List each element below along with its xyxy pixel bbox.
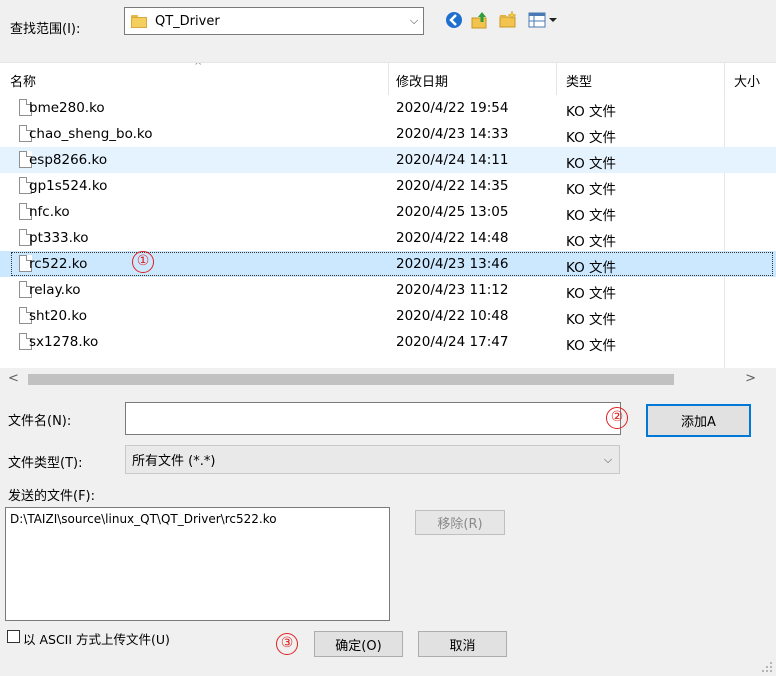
column-header-name[interactable]: 名称 [10, 71, 36, 90]
file-row[interactable]: relay.ko 2020/4/23 11:12 KO 文件 [0, 277, 776, 303]
column-header-type[interactable]: 类型 [566, 71, 592, 90]
list-header: ^ 名称 修改日期 类型 大小 [0, 63, 776, 95]
file-name: bme280.ko [29, 100, 105, 116]
file-type: KO 文件 [566, 286, 617, 302]
file-name: chao_sheng_bo.ko [29, 126, 153, 142]
scroll-left-icon[interactable]: < [8, 371, 19, 386]
file-date: 2020/4/24 14:11 [396, 152, 509, 168]
file-row-inner[interactable] [10, 303, 774, 329]
file-type: KO 文件 [566, 234, 617, 250]
file-row[interactable]: pt333.ko 2020/4/22 14:48 KO 文件 [0, 225, 776, 251]
look-in-dropdown[interactable]: QT_Driver ⌵ [124, 7, 424, 35]
sent-files-label: 发送的文件(F): [8, 489, 96, 504]
file-row-inner[interactable] [10, 147, 774, 173]
folder-icon [131, 14, 147, 28]
ok-button[interactable]: 确定(O) [314, 631, 403, 657]
ascii-upload-checkbox[interactable] [7, 630, 20, 643]
file-date: 2020/4/23 11:12 [396, 282, 509, 298]
file-date: 2020/4/24 17:47 [396, 334, 509, 350]
file-name: sx1278.ko [29, 334, 99, 350]
file-type: KO 文件 [566, 312, 617, 328]
file-row-inner[interactable] [10, 225, 774, 251]
up-folder-icon[interactable] [470, 10, 490, 30]
file-row[interactable]: gp1s524.ko 2020/4/22 14:35 KO 文件 [0, 173, 776, 199]
cancel-button[interactable]: 取消 [418, 631, 507, 657]
file-type: KO 文件 [566, 130, 617, 146]
file-name: nfc.ko [29, 204, 70, 220]
file-row-inner[interactable] [10, 277, 774, 303]
file-row-inner[interactable] [10, 173, 774, 199]
file-date: 2020/4/22 14:35 [396, 178, 509, 194]
file-type: KO 文件 [566, 104, 617, 120]
column-header-size[interactable]: 大小 [734, 71, 760, 90]
file-name: relay.ko [29, 282, 81, 298]
scroll-right-icon[interactable]: > [745, 371, 756, 386]
file-date: 2020/4/25 13:05 [396, 204, 509, 220]
file-date: 2020/4/23 14:33 [396, 126, 509, 142]
file-list[interactable]: ^ 名称 修改日期 类型 大小 bme280.ko 2020/4/22 19:54… [0, 62, 776, 369]
view-menu-icon[interactable] [528, 10, 562, 30]
look-in-value: QT_Driver [155, 13, 220, 29]
file-type: KO 文件 [566, 208, 617, 224]
filetype-label: 文件类型(T): [8, 456, 83, 471]
file-type: KO 文件 [566, 156, 617, 172]
file-row[interactable]: sht20.ko 2020/4/22 10:48 KO 文件 [0, 303, 776, 329]
filename-label: 文件名(N): [8, 414, 72, 429]
annotation-marker-1: ① [132, 251, 154, 273]
file-row[interactable]: esp8266.ko 2020/4/24 14:11 KO 文件 [0, 147, 776, 173]
filename-input[interactable] [125, 402, 621, 435]
new-folder-icon[interactable] [498, 10, 518, 30]
remove-button[interactable]: 移除(R) [415, 510, 505, 535]
file-row[interactable]: bme280.ko 2020/4/22 19:54 KO 文件 [0, 95, 776, 121]
file-name: gp1s524.ko [29, 178, 108, 194]
file-date: 2020/4/23 13:46 [396, 256, 509, 272]
chevron-down-icon: ⌵ [603, 452, 613, 466]
annotation-marker-2: ② [606, 407, 628, 429]
add-button[interactable]: 添加A [646, 404, 751, 437]
file-row[interactable]: chao_sheng_bo.ko 2020/4/23 14:33 KO 文件 [0, 121, 776, 147]
scrollbar-thumb[interactable] [28, 374, 674, 385]
horizontal-scrollbar[interactable]: < > [0, 368, 776, 390]
file-type: KO 文件 [566, 338, 617, 354]
sent-files-list[interactable]: D:\TAIZI\source\linux_QT\QT_Driver\rc522… [5, 507, 390, 621]
file-row-inner[interactable] [10, 329, 774, 355]
file-date: 2020/4/22 19:54 [396, 100, 509, 116]
file-row[interactable]: rc522.ko 2020/4/23 13:46 KO 文件 [0, 251, 776, 277]
annotation-marker-3: ③ [276, 633, 298, 655]
resize-grip-icon[interactable] [762, 662, 772, 672]
file-name: esp8266.ko [29, 152, 108, 168]
ascii-upload-label: 以 ASCII 方式上传文件(U) [23, 632, 170, 647]
chevron-down-icon: ⌵ [409, 14, 419, 27]
filetype-dropdown[interactable]: 所有文件 (*.*) ⌵ [125, 445, 620, 474]
sort-arrow-icon: ^ [194, 62, 203, 72]
filetype-value: 所有文件 (*.*) [132, 454, 216, 469]
look-in-label: 查找范围(I): [10, 22, 81, 37]
file-type: KO 文件 [566, 260, 617, 276]
file-name: pt333.ko [29, 230, 89, 246]
file-row-inner[interactable] [10, 251, 774, 277]
file-row-inner[interactable] [10, 95, 774, 121]
file-row[interactable]: sx1278.ko 2020/4/24 17:47 KO 文件 [0, 329, 776, 355]
file-row-inner[interactable] [10, 199, 774, 225]
file-name: sht20.ko [29, 308, 87, 324]
file-row[interactable]: nfc.ko 2020/4/25 13:05 KO 文件 [0, 199, 776, 225]
file-date: 2020/4/22 14:48 [396, 230, 509, 246]
file-type: KO 文件 [566, 182, 617, 198]
file-name: rc522.ko [29, 256, 88, 272]
column-header-date[interactable]: 修改日期 [396, 71, 448, 90]
back-icon[interactable] [444, 10, 464, 30]
sent-file-item[interactable]: D:\TAIZI\source\linux_QT\QT_Driver\rc522… [10, 512, 385, 526]
file-date: 2020/4/22 10:48 [396, 308, 509, 324]
